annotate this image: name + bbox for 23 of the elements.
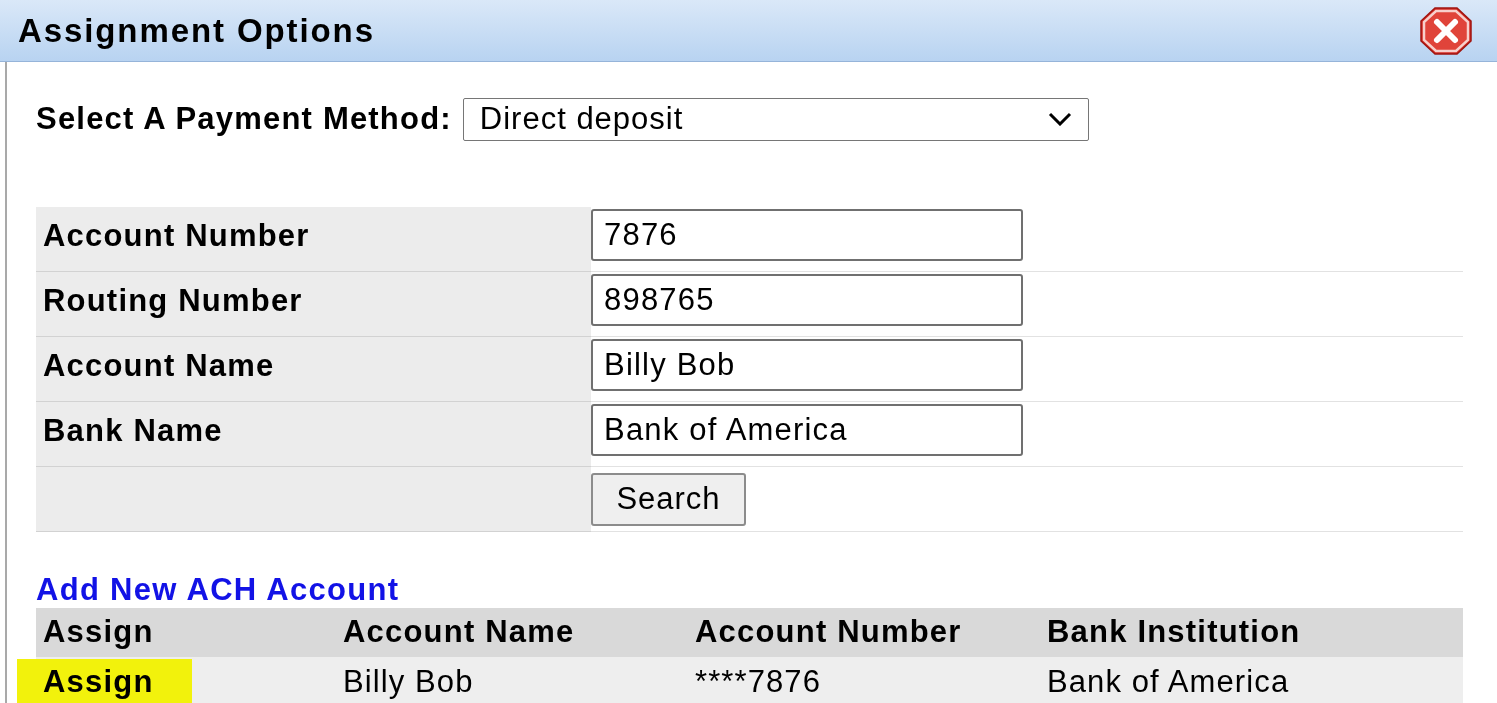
payment-method-select[interactable]: Direct deposit bbox=[462, 97, 1089, 141]
text-field[interactable]: 7876 bbox=[591, 208, 1023, 261]
field-label: Routing Number bbox=[36, 271, 591, 337]
table-cell: Bank of America bbox=[1040, 656, 1463, 703]
window-title: Assignment Options bbox=[18, 14, 375, 47]
text-field[interactable]: 898765 bbox=[591, 273, 1023, 326]
column-header: Account Name bbox=[336, 607, 688, 657]
table-cell: Billy Bob bbox=[336, 656, 688, 703]
column-header: Account Number bbox=[688, 607, 1040, 657]
column-header: Assign bbox=[36, 607, 336, 657]
close-icon[interactable] bbox=[1420, 6, 1472, 55]
add-account-link[interactable]: Add New ACH Account bbox=[36, 571, 400, 608]
assign-link[interactable]: Assign bbox=[17, 658, 192, 703]
field-label: Bank Name bbox=[36, 401, 591, 467]
column-header: Bank Institution bbox=[1040, 607, 1463, 657]
search-button[interactable]: Search bbox=[591, 472, 746, 526]
payment-method-label: Select A Payment Method: bbox=[36, 100, 452, 138]
table-cell: ****7876 bbox=[688, 656, 1040, 703]
field-label: Account Name bbox=[36, 336, 591, 402]
chevron-down-icon bbox=[1047, 112, 1072, 127]
field-label: Account Number bbox=[36, 206, 591, 272]
text-field[interactable]: Billy Bob bbox=[591, 338, 1023, 391]
text-field[interactable]: Bank of America bbox=[591, 403, 1023, 456]
